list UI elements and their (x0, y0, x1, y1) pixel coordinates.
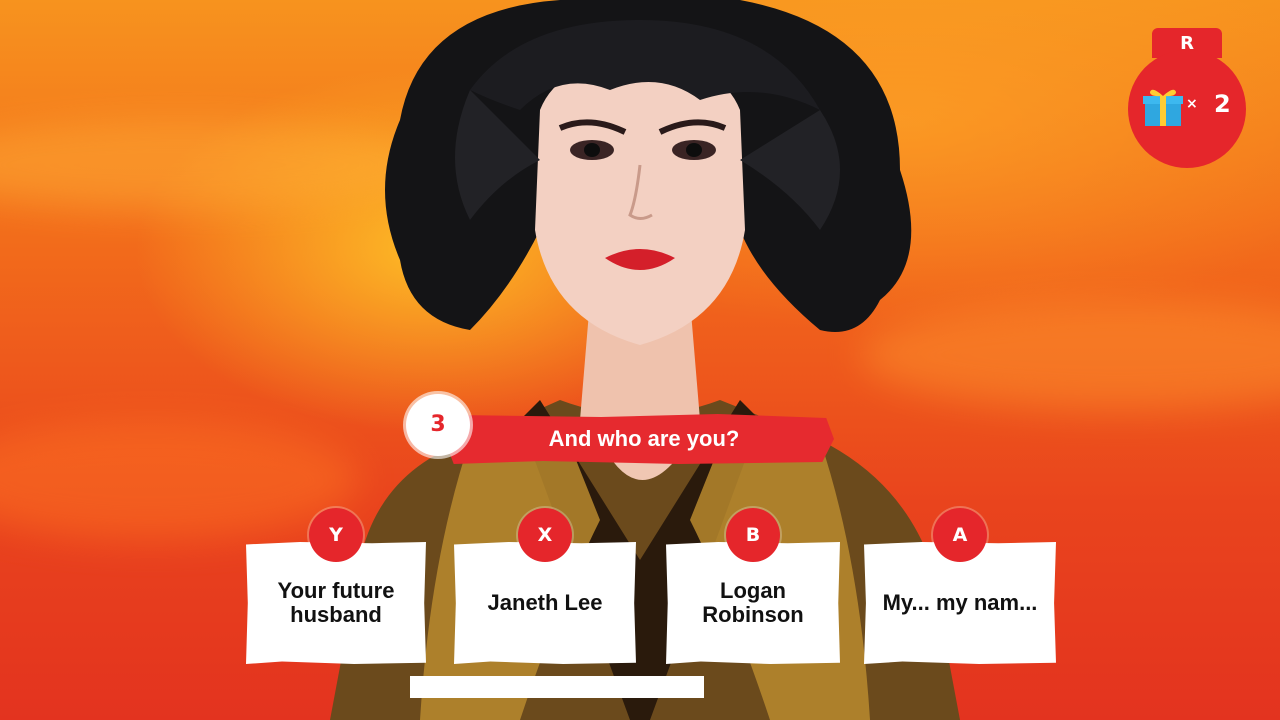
answer-option-x[interactable]: Janeth Lee X (454, 508, 636, 664)
time-remaining-bar (410, 676, 704, 698)
game-scene: R × 2 And who are you? 3 Your future hus… (0, 0, 1280, 720)
gift-icon (1143, 89, 1183, 126)
time-remaining-fill (410, 676, 704, 698)
answer-option-a[interactable]: My... my nam... A (864, 508, 1056, 664)
button-prompt-a: A (933, 508, 987, 562)
multiplier-sign: × (1186, 96, 1198, 112)
button-prompt-b: B (726, 508, 780, 562)
answer-option-y[interactable]: Your future husband Y (246, 508, 426, 664)
character-portrait (330, 0, 960, 720)
question-panel: And who are you? 3 (406, 394, 836, 472)
reward-count: 2 (1214, 90, 1231, 118)
countdown-timer: 3 (406, 394, 470, 456)
reward-counter[interactable]: R × 2 (1126, 28, 1250, 168)
answer-option-b[interactable]: Logan Robinson B (666, 508, 840, 664)
button-prompt-y: Y (309, 508, 363, 562)
button-prompt-x: X (518, 508, 572, 562)
question-text: And who are you? (548, 426, 740, 451)
